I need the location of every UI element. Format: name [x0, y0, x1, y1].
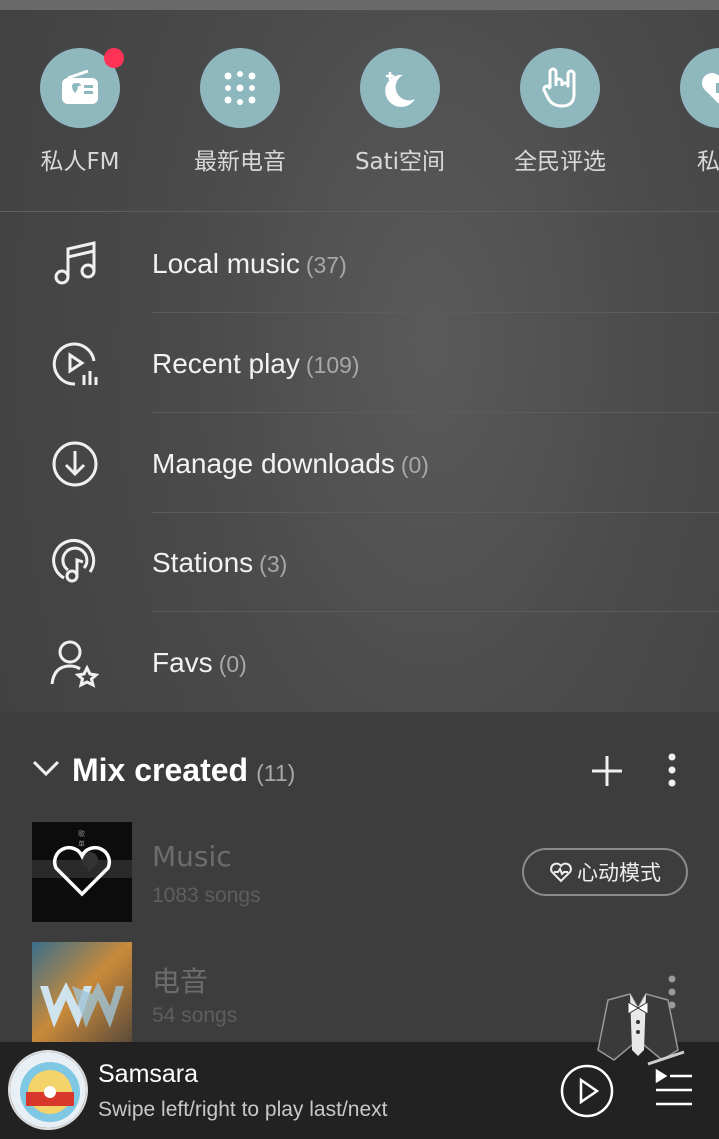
add-playlist-button[interactable] [590, 754, 624, 788]
menu-recent-play[interactable]: Recent play (109) [0, 314, 719, 414]
recent-play-icon [52, 342, 98, 386]
menu-count: (109) [305, 352, 360, 378]
moon-icon [360, 48, 440, 128]
now-playing-title: Samsara [98, 1060, 199, 1088]
playlist-song-count: 1083 songs [152, 884, 261, 907]
playlist-name: 电音 [152, 965, 209, 998]
playlist-item[interactable]: 歌单 Music 1083 songs 心动模式 [0, 822, 719, 922]
chevron-down-icon[interactable] [32, 758, 60, 778]
mix-title-text: Mix created [72, 752, 249, 788]
menu-stations[interactable]: Stations (3) [0, 513, 719, 613]
heart-mode-button[interactable]: 心动模式 [522, 848, 688, 896]
shortcut-label: 最新电音 [194, 149, 286, 175]
notification-badge [104, 48, 124, 68]
shortcut-private-collection[interactable]: 私藏 [640, 48, 719, 176]
shortcut-sati-space[interactable]: Sati空间 [320, 48, 480, 176]
music-note-icon [54, 241, 96, 285]
mix-count: (11) [256, 760, 296, 786]
menu-label: Recent play [152, 348, 300, 379]
divider [0, 211, 719, 212]
menu-label: Favs [152, 647, 213, 678]
menu-count: (0) [400, 452, 429, 478]
playlist-cover: 歌单 [32, 822, 132, 922]
station-icon [52, 539, 96, 583]
menu-count: (3) [259, 551, 288, 577]
shortcut-label: 私藏 [697, 149, 719, 175]
dots-grid-icon [200, 48, 280, 128]
more-options-icon[interactable] [660, 752, 684, 788]
menu-label: Local music [152, 248, 300, 279]
menu-label: Manage downloads [152, 448, 395, 479]
radio-icon [40, 48, 124, 128]
divider [152, 611, 719, 612]
menu-local-music[interactable]: Local music (37) [0, 214, 719, 314]
shortcut-row: 私人FM 最新电音 Sati空间 全民评选 私藏 [0, 48, 719, 178]
divider [152, 312, 719, 313]
heart-icon [680, 48, 719, 128]
rock-hand-icon [520, 48, 600, 128]
svg-text:单: 单 [78, 839, 85, 848]
mix-header: Mix created (11) [0, 740, 719, 800]
menu-count: (0) [218, 651, 247, 677]
menu-manage-downloads[interactable]: Manage downloads (0) [0, 414, 719, 514]
shortcut-label: 私人FM [40, 149, 120, 175]
playlist-song-count: 54 songs [152, 1004, 238, 1027]
playlist-queue-icon[interactable] [654, 1068, 694, 1108]
shortcut-public-vote[interactable]: 全民评选 [480, 48, 640, 176]
swipe-hint: Swipe left/right to play last/next [98, 1098, 388, 1121]
shortcut-private-fm[interactable]: 私人FM [0, 48, 160, 176]
status-strip [0, 0, 719, 10]
tuxedo-floating-icon[interactable] [588, 990, 688, 1074]
heartbeat-icon [550, 862, 572, 883]
menu-count: (37) [305, 252, 347, 278]
mix-title[interactable]: Mix created (11) [72, 752, 295, 789]
person-star-icon [50, 640, 100, 688]
playlist-name: Music [152, 840, 232, 873]
shortcut-latest-edm[interactable]: 最新电音 [160, 48, 320, 176]
divider [152, 412, 719, 413]
download-icon [52, 441, 98, 487]
shortcut-label: 全民评选 [514, 149, 606, 175]
album-art [8, 1050, 88, 1130]
shortcut-label: Sati空间 [354, 149, 446, 175]
menu-label: Stations [152, 547, 254, 578]
playlist-cover [32, 942, 132, 1042]
menu-favs[interactable]: Favs (0) [0, 613, 719, 713]
svg-text:歌: 歌 [78, 829, 85, 838]
heart-mode-label: 心动模式 [577, 861, 661, 885]
